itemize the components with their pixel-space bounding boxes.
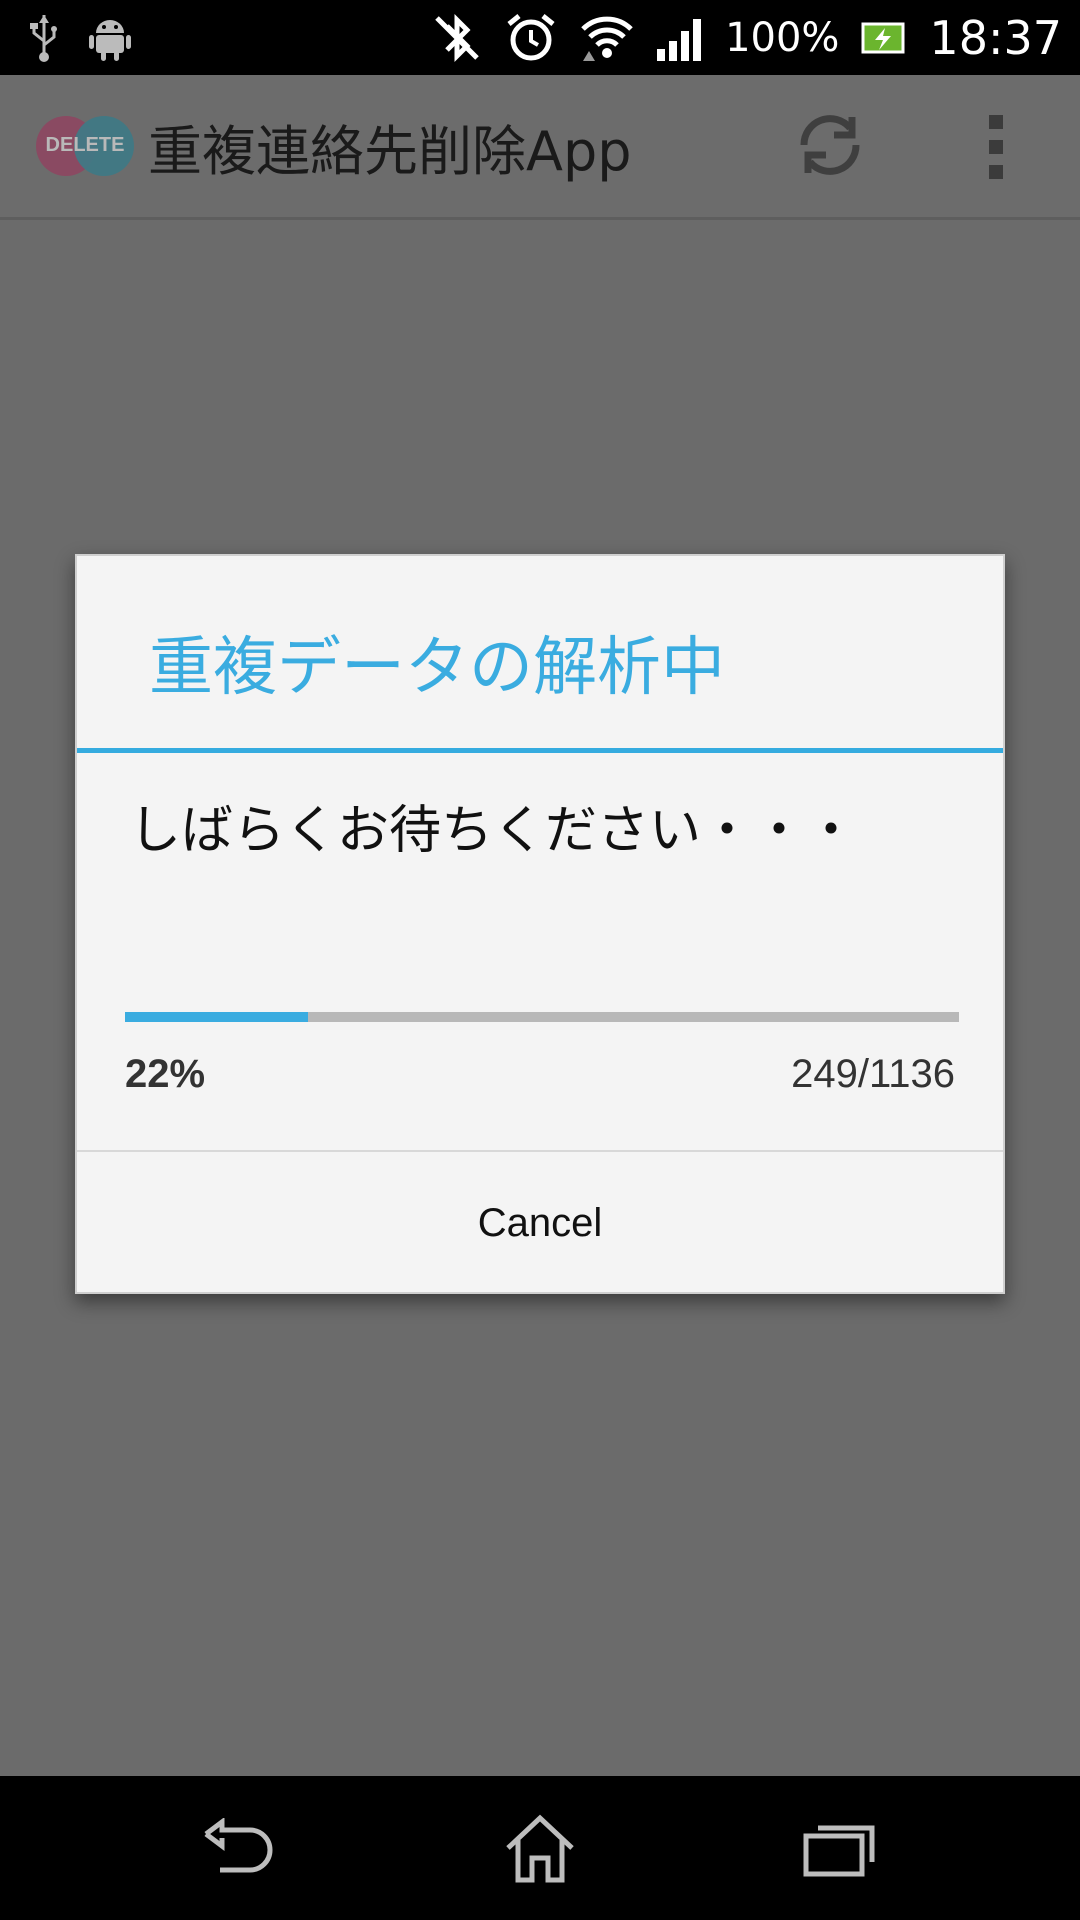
progress-count: 249/1136 (791, 1052, 955, 1096)
battery-percent: 100% (725, 14, 840, 61)
overflow-dot (989, 115, 1003, 129)
title-divider (77, 748, 1003, 753)
usb-icon (30, 0, 58, 75)
progress-dialog: 重複データの解析中 しばらくお待ちください・・・ 22% 249/1136 Ca… (75, 554, 1005, 1294)
app-logo: DELETE (36, 116, 134, 176)
navigation-bar (0, 1776, 1080, 1920)
cancel-button[interactable]: Cancel (77, 1152, 1003, 1294)
progress-fill (125, 1012, 309, 1022)
recents-icon[interactable] (790, 1806, 890, 1890)
progress-bar (125, 1012, 959, 1022)
home-icon[interactable] (490, 1806, 590, 1890)
refresh-icon[interactable] (790, 105, 870, 185)
signal-icon (657, 0, 703, 75)
wifi-icon (579, 0, 635, 75)
status-bar: 100% 18:37 (0, 0, 1080, 75)
dialog-message: しばらくお待ちください・・・ (129, 801, 858, 861)
dialog-title: 重複データの解析中 (149, 631, 725, 705)
alarm-icon (505, 0, 557, 75)
app-title: 重複連絡先削除App (148, 119, 632, 183)
bluetooth-off-icon (431, 0, 483, 75)
back-icon[interactable] (190, 1806, 290, 1890)
logo-text: DELETE (45, 134, 125, 156)
battery-charging-icon (861, 0, 907, 75)
status-clock: 18:37 (929, 10, 1062, 65)
action-bar: DELETE 重複連絡先削除App (0, 75, 1080, 220)
progress-percent: 22% (125, 1052, 206, 1096)
overflow-dot (989, 140, 1003, 154)
overflow-menu-icon[interactable] (985, 115, 1007, 179)
android-debug-icon (88, 0, 132, 75)
overflow-dot (989, 165, 1003, 179)
